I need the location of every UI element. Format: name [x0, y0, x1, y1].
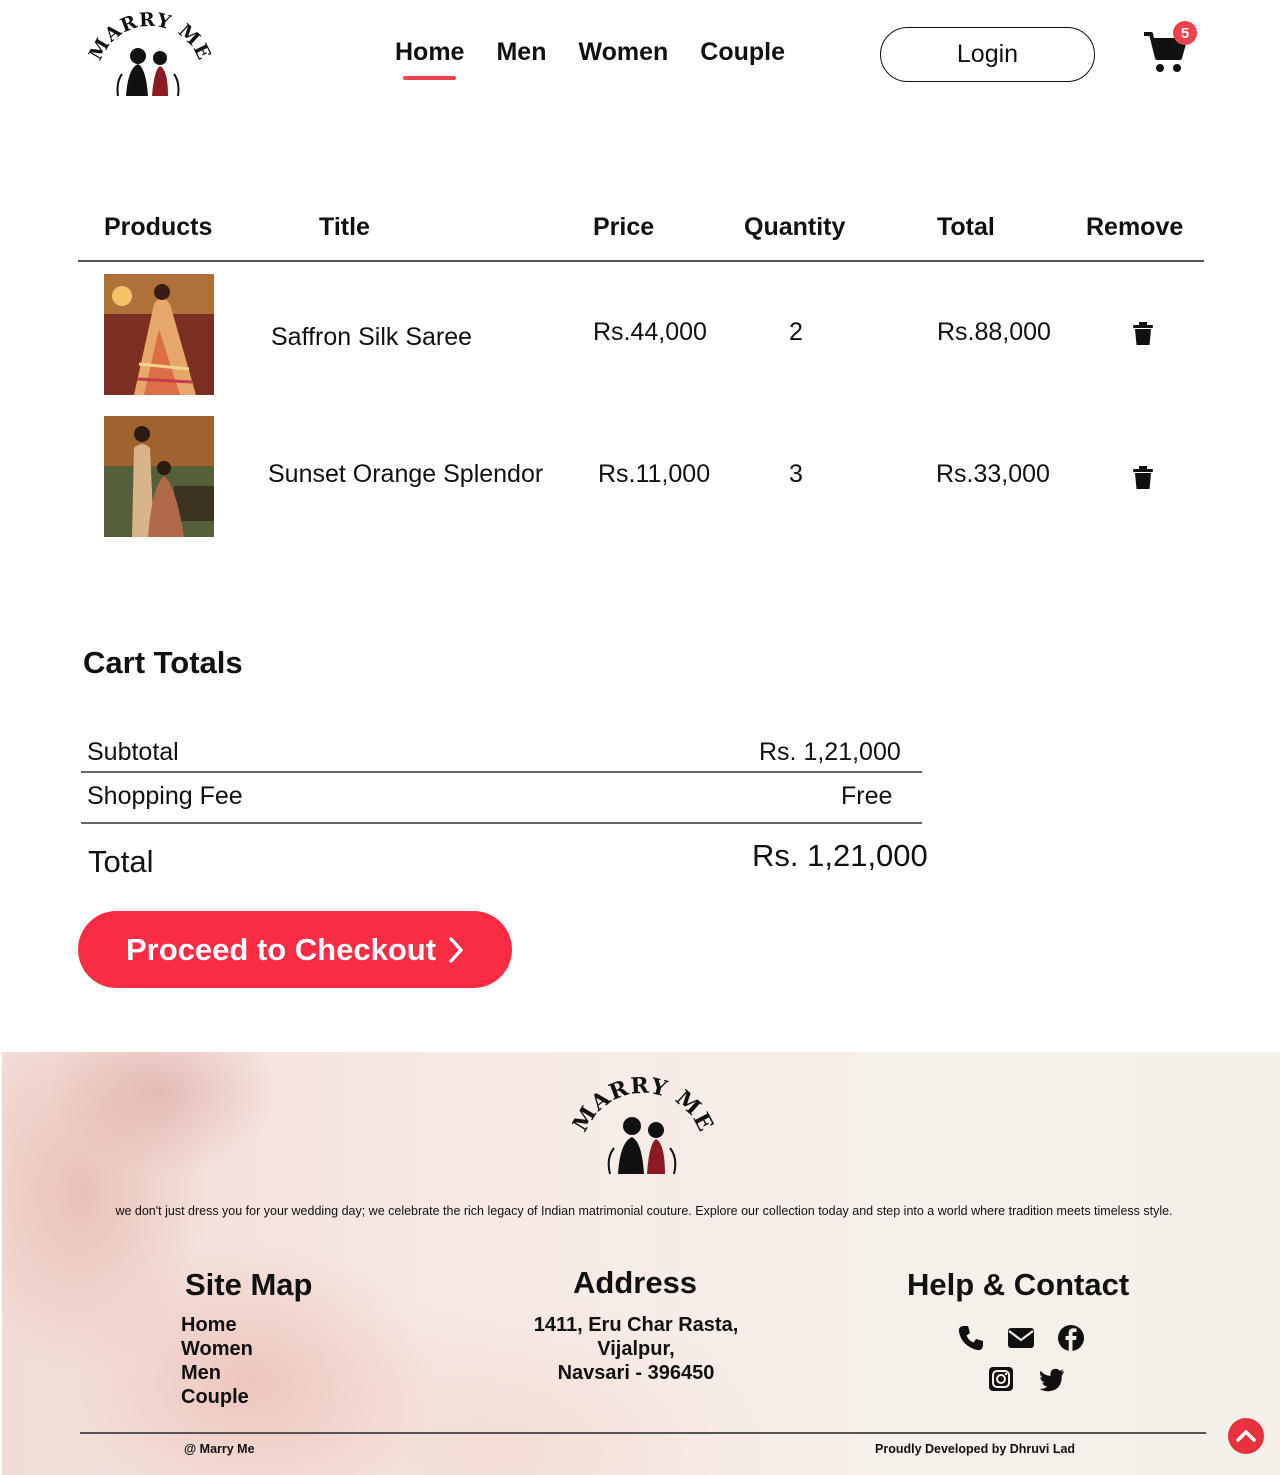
- subtotal-value: Rs. 1,21,000: [759, 738, 901, 766]
- footer-link-men[interactable]: Men: [181, 1362, 221, 1385]
- envelope-icon[interactable]: [1007, 1324, 1035, 1352]
- product-quantity: 3: [789, 460, 803, 488]
- site-footer: MARRY ME we don't just dress you for you…: [2, 1052, 1280, 1475]
- cart-count-badge: 5: [1173, 21, 1197, 45]
- product-title: Saffron Silk Saree: [271, 323, 473, 351]
- totals-divider: [81, 822, 922, 824]
- nav-women[interactable]: Women: [578, 38, 668, 67]
- footer-description: we don't just dress you for your wedding…: [115, 1204, 1173, 1218]
- developer-credit: Proudly Developed by Dhruvi Lad: [875, 1442, 1076, 1456]
- address-line: Navsari - 396450: [557, 1362, 715, 1384]
- product-quantity: 2: [789, 318, 803, 346]
- table-divider: [78, 260, 1204, 262]
- twitter-icon[interactable]: [1038, 1365, 1066, 1393]
- svg-text:MARRY ME: MARRY ME: [88, 9, 212, 64]
- instagram-icon[interactable]: [987, 1365, 1015, 1393]
- logo-text: MARRY ME: [88, 9, 212, 64]
- address-title: Address: [573, 1265, 698, 1300]
- site-header: MARRY ME Home Men Women Couple Login 5: [0, 0, 1280, 110]
- address-line: 1411, Eru Char Rasta,: [533, 1314, 739, 1336]
- scroll-to-top-button[interactable]: [1228, 1418, 1264, 1454]
- footer-logo: MARRY ME: [572, 1073, 714, 1175]
- footer-link-women[interactable]: Women: [181, 1338, 253, 1361]
- footer-link-home[interactable]: Home: [181, 1314, 237, 1337]
- chevron-right-icon: [449, 936, 463, 963]
- product-price: Rs.44,000: [593, 318, 707, 346]
- chevron-up-icon: [1236, 1430, 1256, 1442]
- facebook-icon[interactable]: [1057, 1324, 1085, 1352]
- subtotal-label: Subtotal: [87, 738, 179, 766]
- shipping-value: Free: [841, 782, 893, 810]
- total-label: Total: [88, 844, 154, 879]
- marry-me-logo[interactable]: MARRY ME: [88, 8, 212, 98]
- product-image-splendor: [104, 416, 214, 537]
- product-title: Sunset Orange Splendor: [268, 460, 544, 488]
- copyright-text: @ Marry Me: [184, 1442, 255, 1456]
- col-price: Price: [593, 213, 655, 241]
- col-title: Title: [319, 213, 370, 241]
- product-price: Rs.11,000: [598, 460, 711, 488]
- proceed-to-checkout-button[interactable]: Proceed to Checkout: [78, 911, 512, 988]
- footer-logo-text: MARRY ME: [572, 1073, 714, 1137]
- cart-totals-title: Cart Totals: [83, 645, 243, 680]
- product-image-saree: [104, 274, 214, 395]
- product-total: Rs.88,000: [937, 318, 1051, 346]
- col-products: Products: [104, 213, 213, 241]
- shipping-label: Shopping Fee: [87, 782, 243, 810]
- sitemap-title: Site Map: [185, 1267, 313, 1302]
- nav-couple[interactable]: Couple: [700, 38, 785, 67]
- nav-home[interactable]: Home: [395, 38, 464, 80]
- trash-icon[interactable]: [1132, 322, 1154, 346]
- col-remove: Remove: [1086, 213, 1184, 241]
- total-value: Rs. 1,21,000: [752, 838, 928, 873]
- footer-divider: [80, 1432, 1206, 1434]
- trash-icon[interactable]: [1132, 466, 1154, 490]
- footer-link-couple[interactable]: Couple: [181, 1386, 249, 1409]
- address-line: Vijalpur,: [597, 1338, 675, 1360]
- col-total: Total: [937, 213, 995, 241]
- phone-icon[interactable]: [957, 1324, 985, 1352]
- product-total: Rs.33,000: [936, 460, 1050, 488]
- col-quantity: Quantity: [744, 213, 846, 241]
- main-nav: Home Men Women Couple: [395, 38, 785, 80]
- svg-text:MARRY ME: MARRY ME: [572, 1073, 714, 1137]
- nav-men[interactable]: Men: [496, 38, 546, 67]
- totals-divider: [81, 771, 922, 773]
- checkout-label: Proceed to Checkout: [125, 931, 437, 967]
- login-button[interactable]: Login: [880, 27, 1095, 82]
- help-contact-title: Help & Contact: [907, 1267, 1130, 1302]
